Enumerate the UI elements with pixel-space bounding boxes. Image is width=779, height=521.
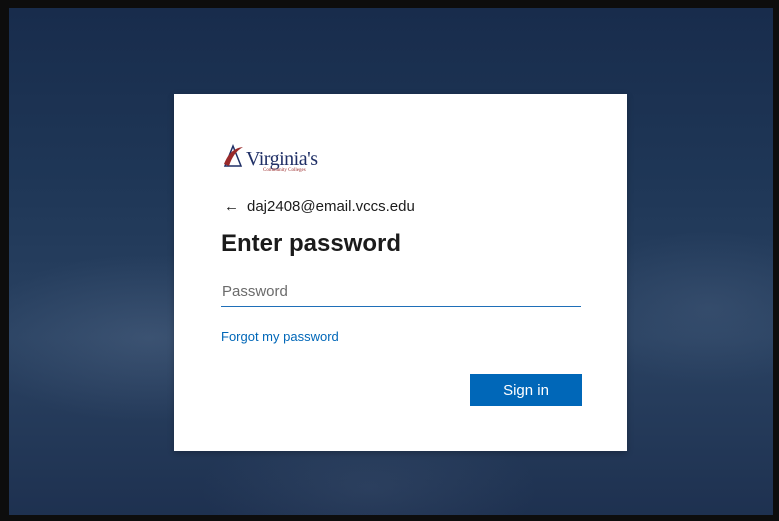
org-logo: Virginia's Community Colleges (221, 140, 341, 180)
page-title: Enter password (221, 230, 402, 257)
password-input[interactable] (221, 276, 581, 307)
account-email: daj2408@email.vccs.edu (247, 198, 415, 215)
forgot-password-link[interactable]: Forgot my password (221, 329, 339, 344)
login-card: Virginia's Community Colleges ← daj2408@… (174, 94, 627, 451)
logo-swoosh-icon (223, 143, 243, 167)
sign-in-button[interactable]: Sign in (470, 374, 582, 406)
arrow-left-icon[interactable]: ← (224, 199, 239, 214)
logo-subtitle: Community Colleges (263, 168, 306, 173)
identity-banner[interactable]: ← daj2408@email.vccs.edu (224, 198, 415, 215)
